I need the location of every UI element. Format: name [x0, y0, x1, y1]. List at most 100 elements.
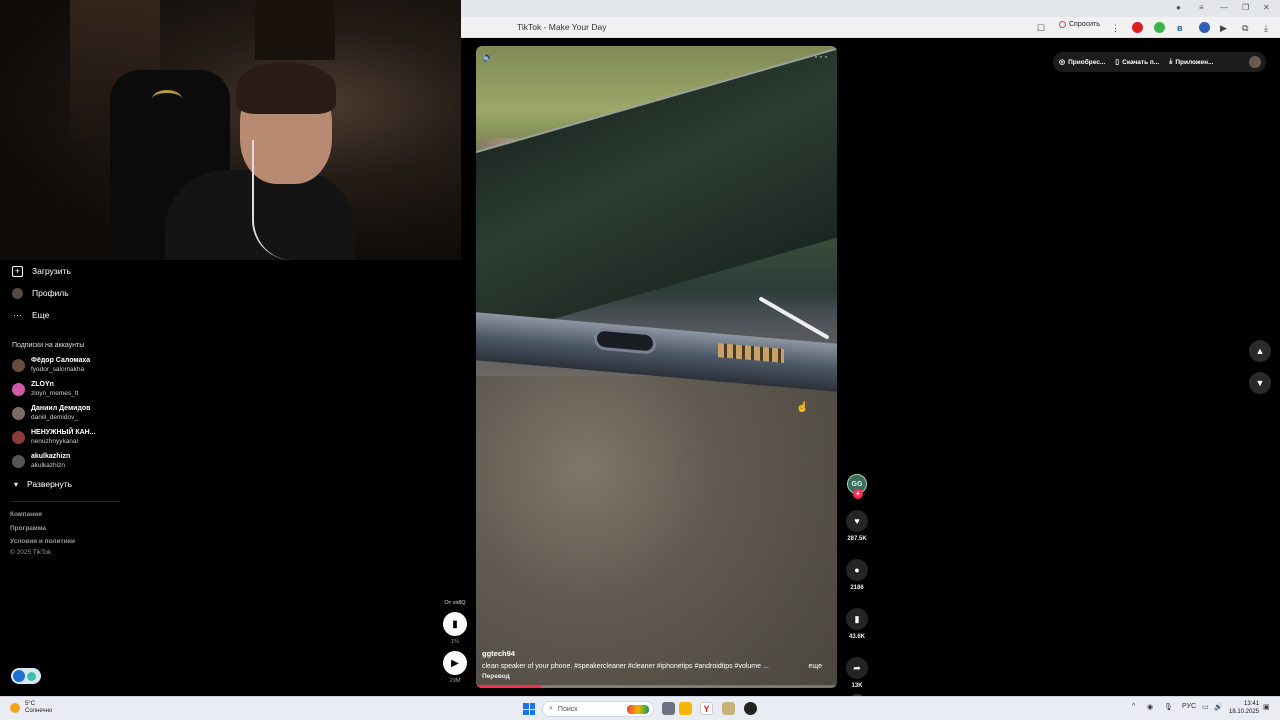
- extension-secondary-icon: [27, 671, 36, 681]
- expand-label: Развернуть: [27, 479, 73, 489]
- weather-temperature: 5°C: [25, 701, 36, 707]
- like-button[interactable]: ♥: [846, 510, 868, 532]
- screen: + Загрузить Профиль ··· Еще Подписки на …: [0, 0, 1280, 720]
- profile-icon[interactable]: ●: [1176, 3, 1181, 12]
- chevron-up-icon: ▲: [1255, 346, 1265, 356]
- menu-icon[interactable]: ≡: [1199, 3, 1204, 12]
- vidiq-panel: От vidIQ ▮ 1% ▶ 29M: [442, 600, 468, 684]
- sidebar-item-more[interactable]: ··· Еще: [0, 304, 125, 326]
- search-icon: ⌕: [549, 705, 553, 712]
- file-explorer-icon[interactable]: [679, 702, 692, 715]
- download-icon[interactable]: ⤓: [1264, 22, 1268, 34]
- apps-label: Приложен...: [1175, 58, 1214, 66]
- opera-extension-icon[interactable]: [1132, 22, 1143, 33]
- previous-video-button[interactable]: ▲: [1249, 340, 1271, 362]
- expand-following-button[interactable]: ▾ Развернуть: [0, 473, 125, 495]
- vidiq-stats-button[interactable]: ▮: [443, 612, 467, 636]
- buy-coins-button[interactable]: ◎ Приобрес...: [1059, 58, 1106, 67]
- account-avatar: [12, 430, 25, 444]
- start-button[interactable]: [523, 703, 535, 715]
- page-title: TikTok - Make Your Day: [517, 22, 607, 32]
- clock-date: 18.10.2025: [1229, 708, 1260, 715]
- upload-icon: +: [12, 265, 23, 277]
- tray-chevron-up-icon[interactable]: ^: [1132, 703, 1135, 710]
- following-account[interactable]: Даниил Демидов daniil_demidov_: [0, 401, 125, 425]
- kebab-menu-icon[interactable]: ⋮: [1111, 22, 1120, 34]
- network-icon[interactable]: ▭: [1202, 703, 1209, 711]
- video-progress-fill: [476, 685, 541, 688]
- vidiq-extension-icon[interactable]: ▶: [1220, 22, 1227, 34]
- video-player[interactable]: 🔈 ··· ggtech94 clean speaker of your pho…: [476, 46, 837, 688]
- app-icon[interactable]: [722, 702, 735, 715]
- more-options-icon[interactable]: ···: [814, 49, 829, 63]
- share-count: 13K: [851, 683, 863, 689]
- extension-badge[interactable]: [11, 668, 41, 684]
- sidebar-item-label: Загрузить: [32, 266, 71, 276]
- restore-icon[interactable]: ❐: [1242, 3, 1249, 12]
- ask-button[interactable]: Спросить: [1059, 21, 1100, 28]
- tray-app-icon[interactable]: ◉: [1147, 703, 1153, 711]
- following-account[interactable]: Фёдор Саломаха fyodor_salomakha: [0, 353, 125, 377]
- footer-link-terms[interactable]: Условия и политики: [0, 535, 125, 549]
- author-avatar[interactable]: GG +: [847, 474, 867, 499]
- next-video-button[interactable]: ▼: [1249, 372, 1271, 394]
- following-account[interactable]: ZLOYn zloyn_memes_tt: [0, 377, 125, 401]
- video-author[interactable]: ggtech94: [482, 649, 822, 658]
- close-icon[interactable]: ✕: [1263, 3, 1270, 12]
- vk-extension-icon[interactable]: в: [1177, 22, 1183, 34]
- extensions-puzzle-icon[interactable]: ⧉: [1242, 22, 1248, 34]
- background-bookcase: [255, 0, 335, 60]
- user-avatar[interactable]: [1249, 56, 1261, 68]
- apps-button[interactable]: ⤓ Приложен...: [1169, 58, 1213, 66]
- microphone-icon[interactable]: 🎙: [1164, 703, 1173, 711]
- yandex-browser-icon[interactable]: Y: [700, 702, 713, 715]
- notification-icon[interactable]: ▣: [1263, 703, 1270, 711]
- footer-link-company[interactable]: Компания: [0, 508, 125, 522]
- share-button[interactable]: ➦: [846, 657, 868, 679]
- footer-link-program[interactable]: Программа: [0, 522, 125, 536]
- bookmark-icon[interactable]: ☐: [1037, 22, 1045, 34]
- vidiq-percent: 1%: [451, 639, 459, 645]
- translate-link[interactable]: Перевод: [482, 673, 822, 680]
- volume-icon[interactable]: 🔈: [482, 52, 494, 63]
- following-account[interactable]: akulkazhizn akulkazhizn: [0, 449, 125, 473]
- volume-icon[interactable]: 🔊: [1214, 703, 1223, 711]
- download-app-button[interactable]: ▯ Скачать п...: [1115, 58, 1159, 67]
- follow-plus-icon[interactable]: +: [853, 489, 863, 499]
- sidebar: + Загрузить Профиль ··· Еще Подписки на …: [0, 260, 125, 556]
- weather-condition: Солнечно: [25, 708, 53, 714]
- weather-widget[interactable]: 5°C Солнечно: [10, 701, 52, 715]
- ask-label: Спросить: [1069, 21, 1100, 28]
- share-icon: ➦: [853, 662, 861, 673]
- account-name: Фёдор Саломаха: [31, 357, 91, 364]
- vidiq-from-label: От vidIQ: [444, 600, 466, 606]
- taskbar-search[interactable]: ⌕ Поиск: [542, 701, 654, 717]
- account-handle: fyodor_salomakha: [31, 366, 85, 373]
- obs-icon[interactable]: [744, 702, 757, 715]
- account-handle: zloyn_memes_tt: [31, 390, 79, 397]
- save-button[interactable]: ▮: [846, 608, 868, 630]
- blue-extension-icon[interactable]: [1199, 22, 1210, 33]
- minimize-icon[interactable]: —: [1220, 3, 1228, 12]
- chair-logo: [152, 90, 182, 108]
- extension-icon: [13, 670, 25, 682]
- account-name: ZLOYn: [31, 381, 54, 388]
- webcam-overlay: [0, 0, 461, 260]
- save-count: 43.6K: [848, 634, 865, 640]
- top-actions-bar: ◎ Приобрес... ▯ Скачать п... ⤓ Приложен...: [1053, 52, 1266, 72]
- see-more-link[interactable]: еще: [809, 663, 822, 670]
- sidebar-item-upload[interactable]: + Загрузить: [0, 260, 125, 282]
- play-button[interactable]: ▶: [443, 651, 467, 675]
- video-progress-bar[interactable]: [476, 685, 837, 688]
- sidebar-item-profile[interactable]: Профиль: [0, 282, 125, 304]
- profile-avatar-icon: [12, 287, 23, 299]
- following-account[interactable]: НЕНУЖНЫЙ КАН... nenuzhnyykanal: [0, 425, 125, 449]
- language-indicator[interactable]: РУС: [1182, 703, 1196, 710]
- comment-button[interactable]: ●: [846, 559, 868, 581]
- task-view-icon[interactable]: [662, 702, 675, 715]
- clock[interactable]: 13:41 18.10.2025: [1229, 701, 1259, 716]
- green-extension-icon[interactable]: [1154, 22, 1165, 33]
- buy-label: Приобрес...: [1068, 58, 1106, 66]
- browser-toolbar: ● ≡ — ❐ ✕ TikTok - Make Your Day ☐ Спрос…: [461, 0, 1280, 38]
- heart-icon: ♥: [854, 516, 860, 526]
